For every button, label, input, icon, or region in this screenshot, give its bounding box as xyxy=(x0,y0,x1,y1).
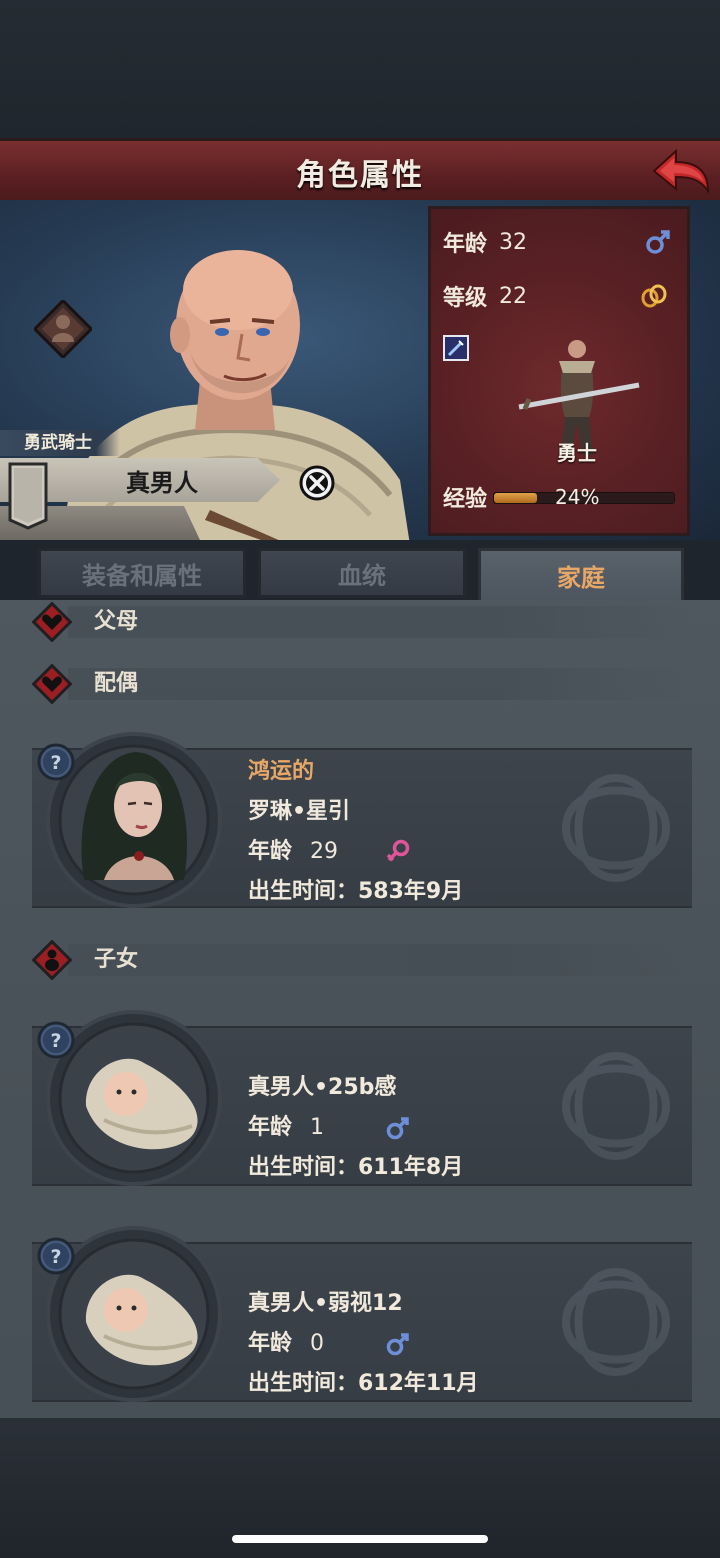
spouse-section-header[interactable]: 配偶 xyxy=(28,662,688,706)
level-row: 等级 22 xyxy=(443,281,528,312)
spouse-age-value: 29 xyxy=(310,839,339,864)
svg-text:?: ? xyxy=(50,1246,61,1268)
celtic-knot-decoration xyxy=(561,1267,671,1377)
help-icon[interactable]: ? xyxy=(36,742,76,782)
level-value: 22 xyxy=(499,283,528,309)
marriage-rings-icon xyxy=(641,284,667,308)
level-label: 等级 xyxy=(443,286,488,311)
stats-panel: 年龄 32 等级 22 勇士 经验 24% xyxy=(428,206,690,536)
back-arrow-icon[interactable] xyxy=(650,147,712,195)
child-birth: 出生时间：611年8月 xyxy=(248,1155,464,1180)
skill-icon[interactable] xyxy=(443,335,469,361)
exp-percent: 24% xyxy=(555,485,600,509)
tab-bloodline[interactable]: 血统 xyxy=(258,548,466,598)
svg-text:?: ? xyxy=(50,752,61,774)
help-icon[interactable]: ? xyxy=(36,1020,76,1060)
child-birth: 出生时间：612年11月 xyxy=(248,1371,479,1396)
age-value: 32 xyxy=(499,229,528,255)
tab-bar: 装备和属性 血统 家庭 xyxy=(0,540,720,600)
celtic-knot-decoration xyxy=(561,773,671,883)
home-indicator[interactable] xyxy=(232,1535,488,1543)
child-age-label: 年龄 xyxy=(248,1115,293,1140)
male-icon xyxy=(646,230,670,254)
child-card[interactable]: ? 真男人•弱视12 年龄 0 出生时间：612年11月 xyxy=(30,1226,694,1402)
child-icon xyxy=(32,940,72,980)
children-label: 子女 xyxy=(94,947,139,972)
parents-section-header[interactable]: 父母 xyxy=(28,600,688,644)
spouse-trait: 鸿运的 xyxy=(248,759,315,784)
female-icon xyxy=(386,839,410,862)
heart-icon xyxy=(32,664,72,704)
celtic-knot-decoration xyxy=(561,1051,671,1161)
svg-text:?: ? xyxy=(50,1030,61,1052)
spouse-age-row: 年龄 29 xyxy=(248,836,338,868)
male-icon xyxy=(386,1117,409,1140)
child-name: 真男人•25b感 xyxy=(248,1075,397,1100)
spouse-age-label: 年龄 xyxy=(248,839,293,864)
class-name: 勇士 xyxy=(557,441,597,465)
tab-family[interactable]: 家庭 xyxy=(478,548,684,600)
exp-bar-fill xyxy=(494,493,538,503)
child-age-row: 年龄 1 xyxy=(248,1112,324,1144)
page-title: 角色属性 xyxy=(296,158,424,193)
age-label: 年龄 xyxy=(443,232,488,257)
tab-equipment[interactable]: 装备和属性 xyxy=(38,548,246,598)
parents-label: 父母 xyxy=(94,609,139,634)
spouse-label: 配偶 xyxy=(94,671,139,696)
child-age-label: 年龄 xyxy=(248,1331,293,1356)
heart-icon xyxy=(32,602,72,642)
male-icon xyxy=(386,1333,409,1356)
help-icon[interactable]: ? xyxy=(36,1236,76,1276)
child-name: 真男人•弱视12 xyxy=(248,1291,403,1316)
character-title: 勇武骑士 xyxy=(0,430,120,456)
family-content: 父母 配偶 ? 鸿运的 罗琳•星引 年龄 29 出生时间：583年9月 子女 ?… xyxy=(0,600,720,1418)
children-section-header[interactable]: 子女 xyxy=(28,938,688,982)
banner-icon[interactable] xyxy=(8,462,48,530)
child-age-value: 1 xyxy=(310,1115,325,1140)
spouse-birth: 出生时间：583年9月 xyxy=(248,879,464,904)
title-bar: 角色属性 xyxy=(0,138,720,206)
child-card[interactable]: ? 真男人•25b感 年龄 1 出生时间：611年8月 xyxy=(30,1010,694,1186)
status-bar-area xyxy=(0,0,720,140)
spouse-card[interactable]: ? 鸿运的 罗琳•星引 年龄 29 出生时间：583年9月 xyxy=(30,732,694,908)
close-icon[interactable] xyxy=(298,464,336,502)
child-age-row: 年龄 0 xyxy=(248,1328,324,1360)
child-age-value: 0 xyxy=(310,1331,325,1356)
age-row: 年龄 32 xyxy=(443,227,528,258)
spouse-name: 罗琳•星引 xyxy=(248,799,351,824)
